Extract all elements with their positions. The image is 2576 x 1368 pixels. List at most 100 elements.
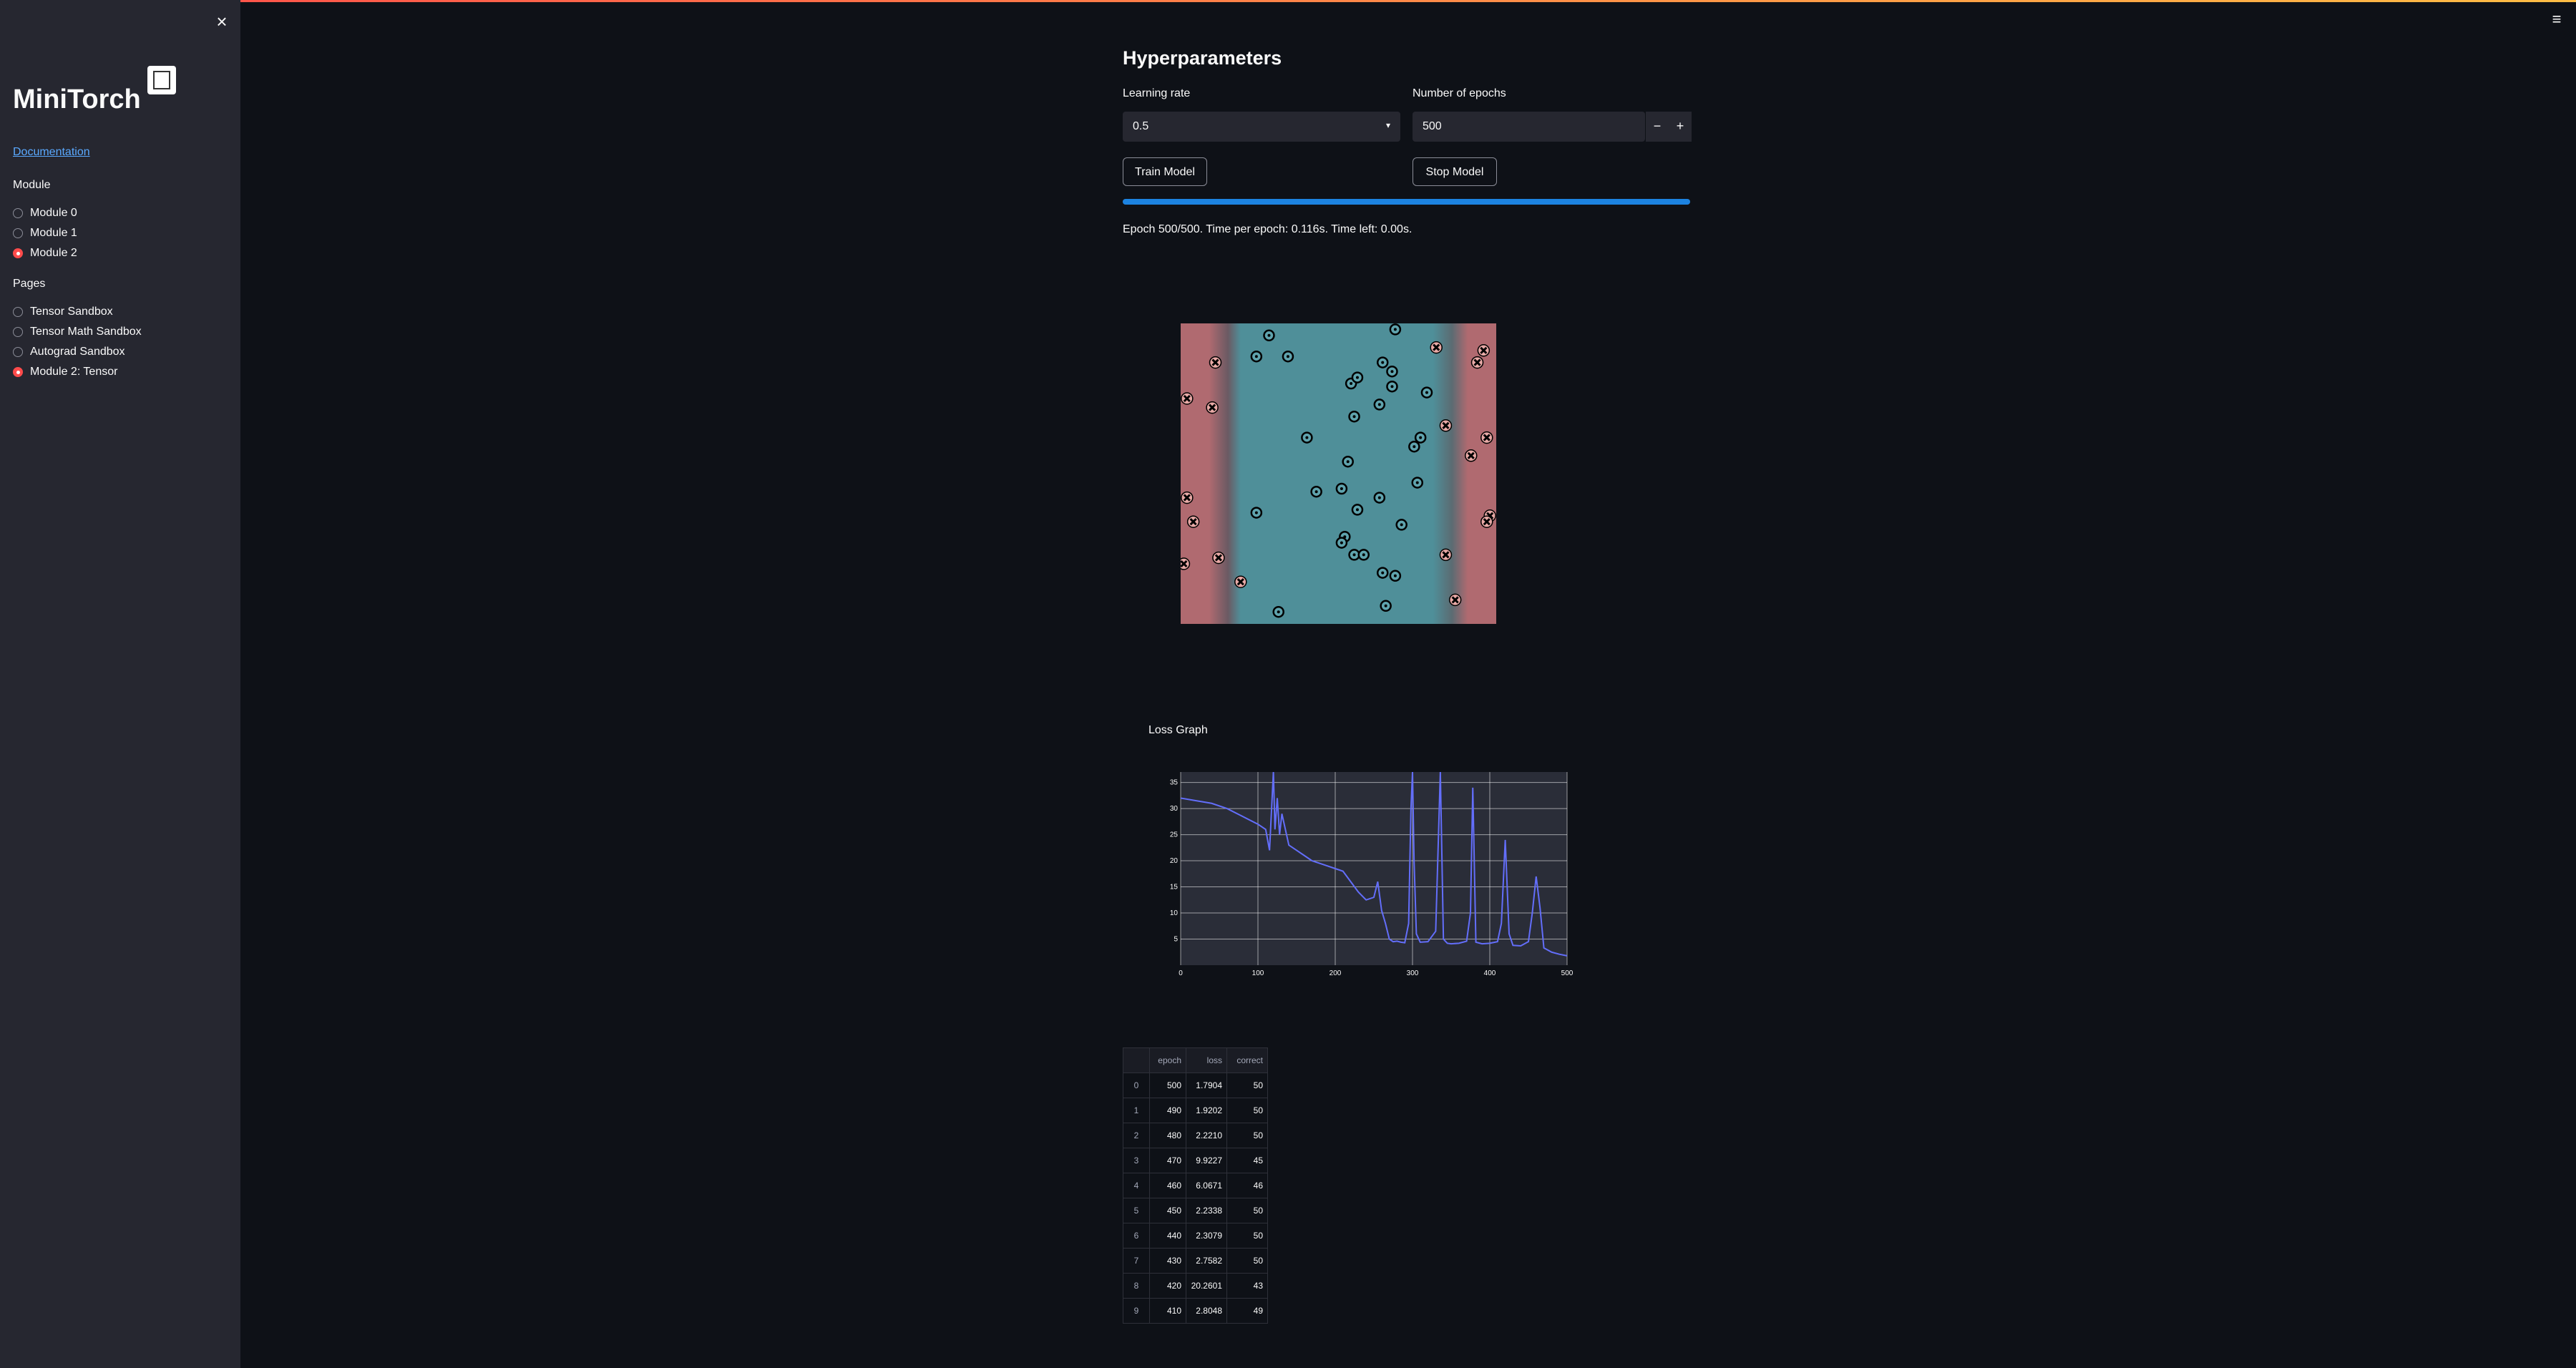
radio-unchecked-icon (13, 307, 23, 317)
epoch-cell: 410 (1149, 1298, 1186, 1324)
radio-checked-icon (13, 248, 23, 258)
class-x-point (1480, 431, 1493, 444)
table-header-correct[interactable]: correct (1226, 1047, 1268, 1073)
row-index: 5 (1123, 1198, 1150, 1223)
correct-cell: 43 (1226, 1273, 1268, 1299)
class-o-point-center (1377, 403, 1381, 406)
radio-unchecked-icon (13, 208, 23, 218)
epochs-value: 500 (1423, 120, 1442, 132)
class-x-point (1186, 515, 1200, 528)
class-o-point-center (1254, 511, 1258, 514)
class-x-point (1439, 548, 1453, 562)
epoch-cell: 490 (1149, 1098, 1186, 1123)
documentation-link[interactable]: Documentation (13, 146, 90, 159)
epochs-increment-button[interactable]: + (1669, 112, 1692, 142)
class-o-point-center (1384, 604, 1387, 607)
epochs-decrement-button[interactable]: − (1646, 112, 1669, 142)
radio-unchecked-icon (13, 327, 23, 337)
stop-model-button[interactable]: Stop Model (1413, 157, 1497, 186)
radio-module-0[interactable]: Module 0 (13, 205, 77, 222)
epoch-cell: 440 (1149, 1223, 1186, 1249)
sidebar: × MiniTorch Documentation Module Module … (0, 0, 240, 1368)
loss-cell: 20.2601 (1186, 1273, 1227, 1299)
x-tick-label: 200 (1330, 969, 1342, 977)
class-o-point-center (1286, 355, 1289, 358)
radio-label: Module 2: Tensor (30, 366, 118, 378)
class-o-point-center (1340, 487, 1343, 490)
radio-label: Module 0 (30, 207, 77, 219)
x-tick-label: 400 (1484, 969, 1496, 977)
class-o-point-center (1377, 496, 1381, 499)
row-index: 9 (1123, 1298, 1150, 1324)
y-tick-label: 35 (1170, 779, 1179, 787)
plot-area (1181, 772, 1567, 965)
class-o-point-center (1393, 328, 1397, 331)
table-row: 1 490 1.9202 50 (1123, 1098, 1268, 1123)
class-o-point-center (1425, 391, 1428, 394)
loss-cell: 2.3079 (1186, 1223, 1227, 1249)
radio-unchecked-icon (13, 228, 23, 238)
table-header-loss[interactable]: loss (1186, 1047, 1227, 1073)
logo-icon (147, 66, 176, 94)
class-o-point-center (1346, 460, 1350, 464)
table-row: 0 500 1.7904 50 (1123, 1073, 1268, 1098)
class-o-point-center (1352, 415, 1356, 419)
learning-rate-value: 0.5 (1133, 120, 1149, 132)
loss-cell: 1.7904 (1186, 1073, 1227, 1098)
row-index: 8 (1123, 1273, 1150, 1299)
table-header-row: epoch loss correct (1123, 1047, 1268, 1073)
loss-cell: 9.9227 (1186, 1148, 1227, 1173)
epoch-cell: 470 (1149, 1148, 1186, 1173)
learning-rate-select[interactable]: 0.5 ▾ (1123, 112, 1400, 142)
loss-cell: 2.8048 (1186, 1298, 1227, 1324)
class-o-point-center (1352, 553, 1356, 557)
progress-fill (1123, 199, 1690, 205)
loss-cell: 1.9202 (1186, 1098, 1227, 1123)
class-x-point (1177, 557, 1191, 570)
class-o-point-center (1419, 436, 1423, 439)
correct-cell: 50 (1226, 1248, 1268, 1274)
module-group-label: Module (13, 179, 51, 191)
class-o-point-center (1390, 370, 1394, 373)
epochs-input[interactable]: 500 (1413, 112, 1645, 142)
radio-page-module-2-tensor[interactable]: Module 2: Tensor (13, 363, 117, 381)
class-o-point-center (1381, 571, 1385, 575)
row-index: 3 (1123, 1148, 1150, 1173)
train-model-button[interactable]: Train Model (1123, 157, 1207, 186)
class-o-point-center (1350, 382, 1353, 385)
hamburger-menu-icon[interactable]: ≡ (2547, 10, 2566, 29)
x-tick-label: 300 (1407, 969, 1419, 977)
class-x-point (1181, 491, 1194, 504)
loss-graph-title: Loss Graph (1148, 724, 1208, 736)
class-x-point (1439, 419, 1453, 432)
correct-cell: 45 (1226, 1148, 1268, 1173)
chevron-down-icon: ▾ (1385, 120, 1390, 130)
radio-module-1[interactable]: Module 1 (13, 225, 77, 242)
close-sidebar-button[interactable]: × (212, 11, 232, 31)
table-row: 6 440 2.3079 50 (1123, 1223, 1268, 1249)
table-row: 8 420 20.2601 43 (1123, 1273, 1268, 1299)
class-x-point (1477, 344, 1491, 357)
class-x-point (1430, 341, 1443, 354)
correct-cell: 50 (1226, 1123, 1268, 1148)
epoch-cell: 500 (1149, 1073, 1186, 1098)
status-text: Epoch 500/500. Time per epoch: 0.116s. T… (1123, 223, 1413, 235)
table-header-epoch[interactable]: epoch (1149, 1047, 1186, 1073)
correct-cell: 46 (1226, 1173, 1268, 1198)
radio-page-tensor-sandbox[interactable]: Tensor Sandbox (13, 303, 113, 321)
loss-cell: 6.0671 (1186, 1173, 1227, 1198)
radio-module-2[interactable]: Module 2 (13, 245, 77, 262)
class-x-point (1206, 401, 1219, 414)
y-tick-label: 15 (1170, 884, 1179, 891)
app-title: MiniTorch (13, 84, 141, 114)
table-row: 3 470 9.9227 45 (1123, 1148, 1268, 1173)
class-o-point-center (1415, 481, 1419, 484)
class-o-point-center (1400, 523, 1403, 527)
radio-page-tensor-math-sandbox[interactable]: Tensor Math Sandbox (13, 323, 142, 341)
x-tick-label: 500 (1561, 969, 1574, 977)
epoch-cell: 480 (1149, 1123, 1186, 1148)
table-row: 7 430 2.7582 50 (1123, 1248, 1268, 1274)
epoch-cell: 450 (1149, 1198, 1186, 1223)
class-x-point (1448, 593, 1462, 607)
radio-page-autograd-sandbox[interactable]: Autograd Sandbox (13, 343, 125, 361)
